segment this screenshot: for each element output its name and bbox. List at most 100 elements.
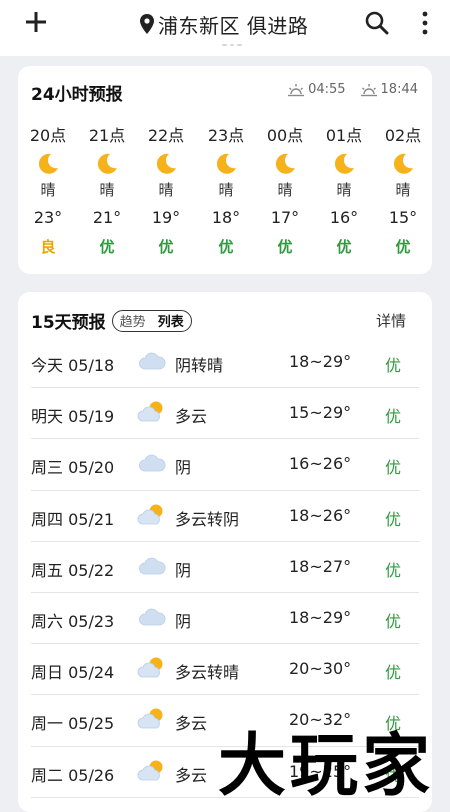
hour-time: 20点 [29, 126, 67, 145]
hour-aqi: 优 [336, 238, 352, 256]
hour-item: 02点晴 15° 优 [375, 124, 431, 257]
day-condition: 多云转晴 [175, 663, 240, 683]
hour-condition: 晴 [158, 181, 174, 199]
sunset-icon [360, 83, 377, 96]
hour-time: 01点 [325, 126, 363, 145]
hour-time: 00点 [266, 126, 304, 145]
search-icon[interactable] [364, 10, 390, 36]
sunrise-time: 04:55 [308, 82, 346, 97]
day-label: 周四 05/21 [31, 509, 115, 529]
day-temperature: 18~29° [289, 607, 352, 627]
day-condition: 阴 [175, 560, 192, 580]
toggle-list[interactable]: 列表 [158, 311, 184, 330]
hour-aqi: 优 [99, 238, 115, 256]
hour-aqi: 优 [395, 238, 411, 256]
view-toggle[interactable]: 趋势 列表 [111, 309, 192, 332]
day-aqi: 优 [385, 458, 402, 478]
hour-condition: 晴 [277, 181, 293, 199]
sunset-time: 18:44 [380, 82, 418, 97]
hour-temperature: 16° [329, 208, 359, 227]
moon-icon [35, 151, 61, 177]
hour-condition: 晴 [395, 181, 411, 199]
sun-times: 04:55 18:44 [287, 82, 418, 97]
partly-cloudy-icon [137, 758, 167, 784]
hour-condition: 晴 [99, 181, 115, 199]
day-aqi: 优 [385, 611, 402, 631]
day-temperature: 20~30° [289, 659, 352, 679]
hour-condition: 晴 [336, 181, 352, 199]
day-label: 明天 05/19 [31, 407, 115, 427]
day-condition: 阴 [175, 611, 192, 631]
daily-row[interactable]: 周五 05/22 阴 18~27° 优 [31, 542, 419, 593]
day-label: 周五 05/22 [31, 560, 115, 580]
day-label: 周二 05/26 [31, 765, 115, 785]
hourly-list[interactable]: 20点晴 23° 良 21点晴 21° 优 22点晴 19° 优 23点晴 18° 优 00点晴 17° 优… [18, 124, 432, 264]
daily-row[interactable]: 明天 05/19 多云 15~29° 优 [31, 388, 419, 440]
moon-icon [331, 151, 357, 177]
partly-cloudy-icon [137, 502, 167, 528]
partly-cloudy-icon [137, 399, 167, 425]
hour-time: 21点 [88, 126, 126, 145]
hourly-title: 24小时预报 [31, 85, 123, 105]
hour-item: 22点晴 19° 优 [138, 124, 194, 257]
day-aqi: 优 [385, 356, 402, 375]
daily-row[interactable]: 周三 05/20 阴 16~26° 优 [31, 439, 419, 491]
moon-icon [213, 151, 239, 177]
cloud-icon [137, 450, 167, 476]
cloud-icon [137, 553, 167, 579]
hourly-forecast-card: 24小时预报 04:55 18:44 20点晴 23° 良 21点晴 21° 优 22点晴 1… [18, 66, 432, 274]
day-label: 今天 05/18 [31, 356, 115, 375]
hour-aqi: 优 [277, 238, 293, 256]
hour-item: 00点晴 17° 优 [257, 124, 313, 257]
hour-condition: 晴 [40, 181, 56, 199]
hour-item: 21点晴 21° 优 [79, 124, 135, 257]
daily-row[interactable]: 周六 05/23 阴 18~29° 优 [31, 593, 419, 645]
daily-title: 15天预报 [31, 313, 106, 333]
hour-temperature: 19° [151, 208, 181, 227]
hour-aqi: 良 [40, 238, 56, 256]
cloud-icon [137, 348, 167, 374]
moon-icon [390, 151, 416, 177]
location-pin-icon [140, 14, 154, 34]
day-label: 周三 05/20 [31, 458, 115, 478]
hour-item: 23点晴 18° 优 [198, 124, 254, 257]
day-temperature: 18~27° [289, 556, 352, 576]
daily-row[interactable]: 周四 05/21 多云转阴 18~26° 优 [31, 491, 419, 542]
add-city-icon[interactable] [22, 8, 50, 36]
day-condition: 多云 [175, 407, 208, 427]
location-name: 浦东新区 俱进路 [158, 13, 309, 38]
cloud-icon [137, 604, 167, 630]
toggle-trend[interactable]: 趋势 [120, 311, 146, 330]
daily-header: 15天预报 趋势 列表 [31, 308, 192, 333]
hour-aqi: 优 [218, 238, 234, 256]
page-indicator [222, 44, 243, 48]
hour-condition: 晴 [218, 181, 234, 199]
daily-row[interactable]: 周日 05/24 多云转晴 20~30° 优 [31, 644, 419, 696]
hour-time: 23点 [207, 126, 245, 145]
location-selector[interactable]: 浦东新区 俱进路 [140, 10, 308, 38]
watermark: 大玩家 [218, 727, 435, 806]
day-aqi: 优 [385, 509, 402, 529]
day-condition: 多云 [175, 765, 208, 785]
partly-cloudy-icon [137, 706, 167, 732]
hour-time: 02点 [384, 126, 422, 145]
hour-item: 20点晴 23° 良 [20, 124, 76, 257]
day-condition: 多云 [175, 714, 208, 734]
day-temperature: 18~26° [289, 505, 352, 525]
daily-row[interactable]: 今天 05/18 阴转晴 18~29° 优 [31, 337, 419, 389]
moon-icon [272, 151, 298, 177]
sunrise-icon [288, 83, 305, 96]
hour-temperature: 15° [388, 208, 418, 227]
hour-time: 22点 [147, 126, 185, 145]
more-menu-icon[interactable] [418, 10, 432, 36]
day-label: 周六 05/23 [31, 611, 115, 631]
day-aqi: 优 [385, 407, 402, 427]
partly-cloudy-icon [137, 655, 167, 681]
hour-temperature: 18° [211, 208, 241, 227]
moon-icon [94, 151, 120, 177]
hour-item: 01点晴 16° 优 [316, 124, 372, 257]
hour-temperature: 23° [33, 208, 63, 227]
details-link[interactable]: 详情 [376, 310, 406, 331]
day-temperature: 16~26° [289, 454, 352, 474]
day-condition: 阴 [175, 458, 192, 478]
